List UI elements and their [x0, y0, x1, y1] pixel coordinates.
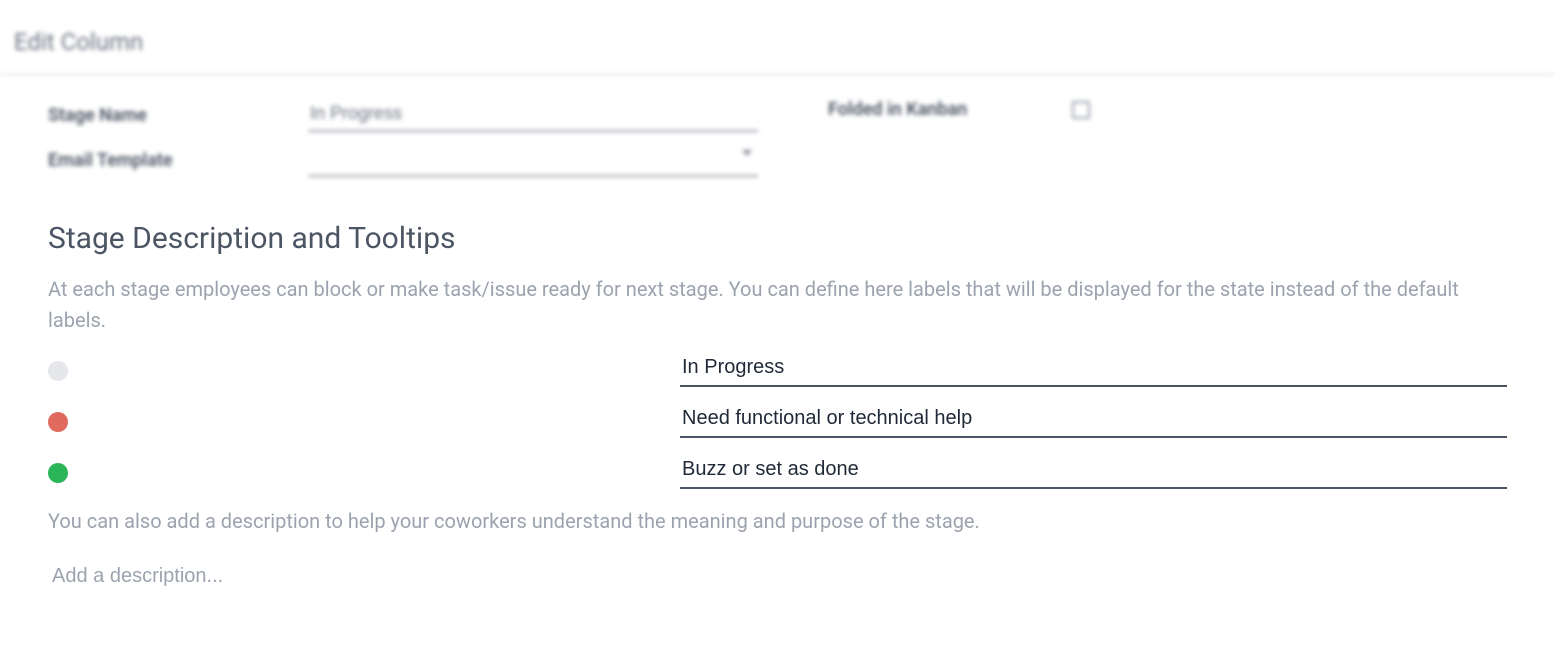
top-form: Stage Name Email Template Folded in Kanb…: [48, 99, 1507, 177]
state-labels-grid: [48, 354, 1507, 489]
dialog-body: Stage Name Email Template Folded in Kanb…: [0, 75, 1555, 590]
state-row-blocked: [48, 405, 1507, 438]
section-helper-1: At each stage employees can block or mak…: [48, 274, 1507, 336]
dialog-title: Edit Column: [0, 0, 1555, 75]
stage-description-input[interactable]: [48, 563, 1507, 590]
stage-name-input[interactable]: [308, 99, 758, 132]
dot-green-icon: [48, 463, 68, 483]
state-row-done: [48, 456, 1507, 489]
section-helper-2: You can also add a description to help y…: [48, 509, 1507, 533]
state-label-normal-input[interactable]: [680, 354, 1507, 387]
state-row-normal: [48, 354, 1507, 387]
dot-red-icon: [48, 412, 68, 432]
dot-grey-icon: [48, 361, 68, 381]
email-template-select[interactable]: [308, 144, 758, 177]
state-label-blocked-input[interactable]: [680, 405, 1507, 438]
section-title: Stage Description and Tooltips: [48, 221, 1507, 256]
state-label-done-input[interactable]: [680, 456, 1507, 489]
email-template-label: Email Template: [48, 150, 308, 171]
folded-checkbox[interactable]: [1072, 101, 1090, 119]
stage-name-label: Stage Name: [48, 105, 308, 126]
folded-label: Folded in Kanban: [828, 99, 967, 120]
chevron-down-icon: [742, 150, 752, 156]
